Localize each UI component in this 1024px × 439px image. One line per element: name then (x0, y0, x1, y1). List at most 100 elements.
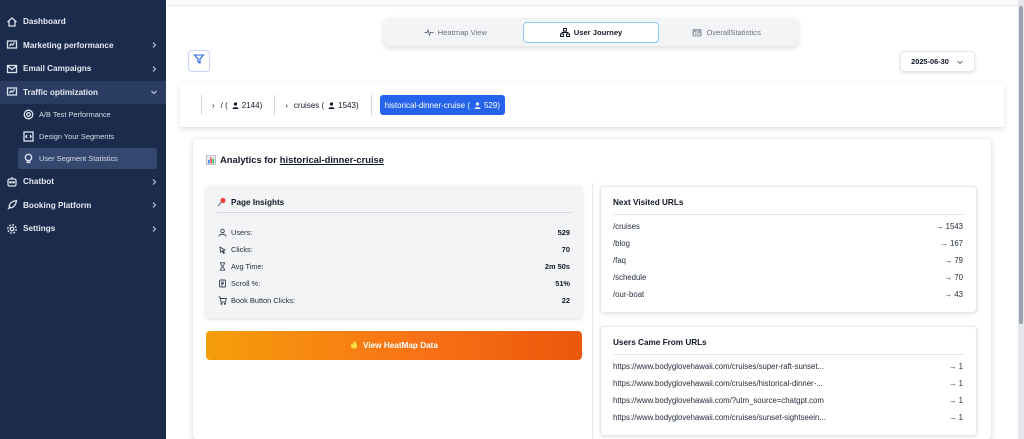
breadcrumb-divider (370, 95, 372, 115)
metric-avg-time: Avg Time: 2m 50s (217, 260, 570, 272)
breadcrumb-item-root[interactable]: › / ( 2144) (208, 95, 268, 115)
breadcrumb-item-cruises[interactable]: › cruises ( 1543) (281, 95, 364, 115)
metric-label: Avg Time: (231, 261, 264, 271)
referrer-url-row[interactable]: https://www.bodyglovehawaii.com/?utm_sou… (613, 394, 963, 406)
url-text: /faq (613, 255, 627, 265)
sidebar-subitem-label: Design Your Segments (39, 132, 115, 141)
hourglass-icon (217, 261, 227, 271)
tab-label: Heatmap View (437, 27, 487, 37)
url-count: → 70 (944, 272, 963, 282)
url-text: https://www.bodyglovehawaii.com/cruises/… (613, 361, 825, 371)
sidebar-subitem-design-segments[interactable]: Design Your Segments (18, 126, 157, 147)
sidebar-item-chatbot[interactable]: Chatbot (0, 170, 166, 194)
chevron-right-icon (150, 65, 158, 73)
code-icon (23, 131, 34, 142)
next-url-row[interactable]: /cruises → 1543 (613, 220, 963, 232)
analytics-title: Analytics for historical-dinner-cruise (206, 154, 384, 165)
scrollbar-thumb[interactable] (1019, 6, 1023, 324)
url-text: https://www.bodyglovehawaii.com/cruises/… (613, 378, 823, 388)
tab-heatmap-view[interactable]: Heatmap View (388, 22, 523, 43)
next-visited-urls-panel: Next Visited URLs /cruises → 1543 /blog … (600, 186, 977, 313)
breadcrumb-divider (201, 95, 202, 115)
sidebar-item-label: Booking Platform (23, 200, 92, 210)
sidebar-subitem-label: A/B Test Performance (39, 110, 111, 119)
metric-value: 529 (557, 227, 570, 237)
sidebar-item-label: Chatbot (23, 177, 54, 187)
chevron-right-icon: › (285, 100, 288, 110)
filter-button[interactable] (188, 50, 210, 72)
referrer-url-row[interactable]: https://www.bodyglovehawaii.com/cruises/… (613, 411, 963, 423)
user-icon (232, 101, 239, 109)
metric-clicks: Clicks: 70 (217, 243, 570, 255)
page-insights-panel: Page Insights Users: 529 Clicks: 70 Avg … (206, 186, 582, 318)
sidebar-item-marketing[interactable]: Marketing performance (0, 34, 166, 58)
sidebar-item-email[interactable]: Email Campaigns (0, 57, 166, 81)
bar-chart-icon (206, 154, 216, 165)
fire-icon (350, 340, 358, 351)
next-url-row[interactable]: /blog → 167 (613, 237, 963, 249)
chevron-down-icon (956, 58, 964, 66)
sidebar-subitem-user-segment-stats[interactable]: User Segment Statistics (18, 148, 157, 169)
view-heatmap-button[interactable]: View HeatMap Data (206, 331, 582, 360)
sidebar-item-dashboard[interactable]: Dashboard (0, 10, 166, 34)
chevron-down-icon (150, 88, 158, 96)
divider (613, 214, 964, 215)
url-count: → 1 (948, 412, 963, 422)
user-icon (474, 101, 481, 109)
chevron-right-icon (150, 178, 158, 186)
metric-users: Users: 529 (217, 226, 570, 238)
breadcrumb-label: / ( (220, 100, 228, 110)
sidebar-item-settings[interactable]: Settings (0, 217, 166, 241)
home-icon (6, 16, 18, 28)
cart-icon (217, 296, 227, 305)
breadcrumb-count: 529) (483, 100, 500, 110)
sidebar-item-label: Email Campaigns (23, 64, 92, 74)
metric-label: Users: (231, 227, 253, 237)
url-count: → 167 (940, 238, 963, 248)
url-count: → 1 (948, 378, 963, 388)
breadcrumb-label: cruises ( (293, 100, 325, 110)
pulse-icon (424, 27, 434, 37)
sidebar-item-booking[interactable]: Booking Platform (0, 194, 166, 218)
sidebar-subitem-ab-test[interactable]: A/B Test Performance (18, 104, 157, 125)
next-url-row[interactable]: /faq → 79 (613, 254, 963, 266)
breadcrumb-count: 1543) (338, 100, 359, 110)
user-icon (328, 101, 335, 109)
url-count: → 1543 (935, 221, 963, 231)
chevron-right-icon (150, 225, 158, 233)
metric-book-button-clicks: Book Button Clicks: 22 (217, 294, 570, 306)
sidebar-item-label: Dashboard (23, 17, 66, 27)
journey-breadcrumb: › / ( 2144) › cruises ( 1543) historical… (180, 83, 1004, 127)
next-url-row[interactable]: /our-boat → 43 (613, 288, 963, 300)
bar-chart-icon (692, 28, 702, 37)
page-scrollbar[interactable] (1018, 0, 1024, 439)
date-select[interactable]: 2025-06-30 (900, 51, 975, 72)
sitemap-icon (559, 27, 570, 37)
metric-label: Book Button Clicks: (231, 295, 296, 305)
click-icon (217, 245, 227, 254)
analytics-page-link[interactable]: historical-dinner-cruise (280, 154, 384, 165)
pushpin-icon (217, 197, 227, 207)
tab-overall-statistics[interactable]: OverallStatistics (659, 22, 794, 43)
next-url-row[interactable]: /schedule → 70 (613, 271, 963, 283)
divider (613, 354, 964, 355)
sidebar-item-traffic[interactable]: Traffic optimization (0, 80, 166, 104)
sidebar-item-label: Settings (23, 224, 56, 234)
chevron-right-icon: › (212, 100, 215, 110)
referrer-url-row[interactable]: https://www.bodyglovehawaii.com/cruises/… (613, 360, 963, 372)
analytics-card: Analytics for historical-dinner-cruise P… (193, 139, 991, 439)
target-icon (23, 109, 34, 120)
chart-icon (6, 39, 18, 51)
main-content: Heatmap View User Journey OverallStatist… (166, 6, 1018, 439)
tab-user-journey[interactable]: User Journey (522, 21, 660, 43)
tab-label: User Journey (573, 27, 623, 37)
users-came-from-title: Users Came From URLs (613, 338, 707, 347)
breadcrumb-item-historical-dinner-cruise[interactable]: historical-dinner-cruise ( 529) (379, 95, 505, 115)
breadcrumb-divider (274, 95, 276, 115)
chevron-right-icon (150, 41, 158, 49)
referrer-url-row[interactable]: https://www.bodyglovehawaii.com/cruises/… (613, 377, 963, 389)
divider (217, 212, 571, 213)
breadcrumb-label: historical-dinner-cruise ( (384, 100, 470, 110)
metric-value: 22 (561, 295, 570, 305)
view-heatmap-label: View HeatMap Data (363, 341, 438, 350)
